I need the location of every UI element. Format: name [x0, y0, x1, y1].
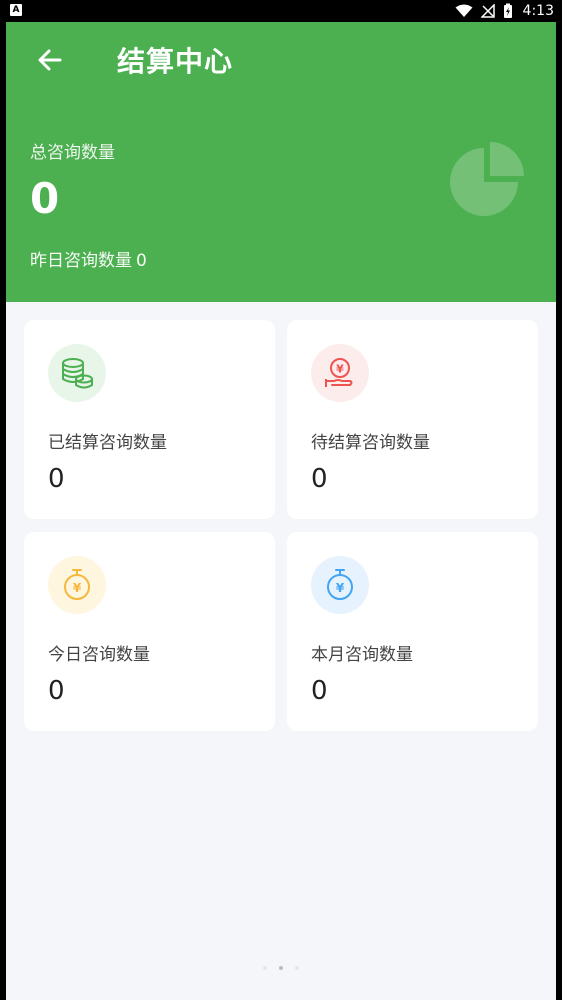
month-consult-value: 0 [311, 676, 328, 706]
icon-badge [48, 344, 106, 402]
pie-chart-icon [450, 142, 524, 216]
page-title: 结算中心 [117, 45, 234, 78]
month-consult-label: 本月咨询数量 [311, 645, 413, 665]
icon-badge: ¥ [311, 344, 369, 402]
total-consult-label: 总咨询数量 [30, 143, 115, 163]
notification-area: A [10, 4, 22, 16]
wifi-icon [455, 4, 473, 17]
status-bar: A 4:13 [0, 0, 562, 22]
svg-text:¥: ¥ [336, 581, 345, 595]
page-indicator [6, 966, 556, 970]
settled-consult-card[interactable]: 已结算咨询数量 0 [24, 320, 275, 519]
app-notification-icon: A [10, 4, 22, 16]
icon-badge: ¥ [48, 556, 106, 614]
page-dot-active [279, 966, 283, 970]
arrow-left-icon [38, 49, 62, 71]
svg-text:¥: ¥ [73, 581, 82, 595]
pending-consult-card[interactable]: ¥ 待结算咨询数量 0 [287, 320, 538, 519]
yen-hand-icon: ¥ [325, 358, 353, 387]
system-icons: 4:13 [455, 2, 554, 20]
settlement-screen: 结算中心 总咨询数量 0 昨日咨询数量 0 已结算咨询数量 0 ¥ 待结算咨询数… [6, 22, 556, 1000]
yen-stopwatch-icon: ¥ [327, 569, 353, 600]
battery-charging-icon [503, 3, 512, 18]
svg-text:¥: ¥ [336, 363, 344, 376]
signal-off-icon [480, 4, 495, 18]
summary-header: 结算中心 总咨询数量 0 昨日咨询数量 0 [6, 22, 556, 302]
month-consult-card[interactable]: ¥ 本月咨询数量 0 [287, 532, 538, 731]
coin-stack-icon [62, 358, 93, 389]
today-consult-label: 今日咨询数量 [48, 645, 150, 665]
yesterday-consult-label: 昨日咨询数量 [30, 251, 132, 271]
today-consult-card[interactable]: ¥ 今日咨询数量 0 [24, 532, 275, 731]
settled-consult-label: 已结算咨询数量 [48, 433, 167, 453]
today-consult-value: 0 [48, 676, 65, 706]
total-consult-value: 0 [30, 174, 60, 223]
back-button[interactable] [32, 42, 68, 78]
yen-stopwatch-icon: ¥ [64, 569, 90, 600]
page-dot [263, 966, 267, 970]
settled-consult-value: 0 [48, 464, 65, 494]
page-dot [295, 966, 299, 970]
yesterday-consult: 昨日咨询数量 0 [30, 246, 147, 271]
clock: 4:13 [522, 3, 554, 19]
pending-consult-value: 0 [311, 464, 328, 494]
icon-badge: ¥ [311, 556, 369, 614]
pending-consult-label: 待结算咨询数量 [311, 433, 430, 453]
yesterday-consult-value: 0 [136, 251, 147, 271]
